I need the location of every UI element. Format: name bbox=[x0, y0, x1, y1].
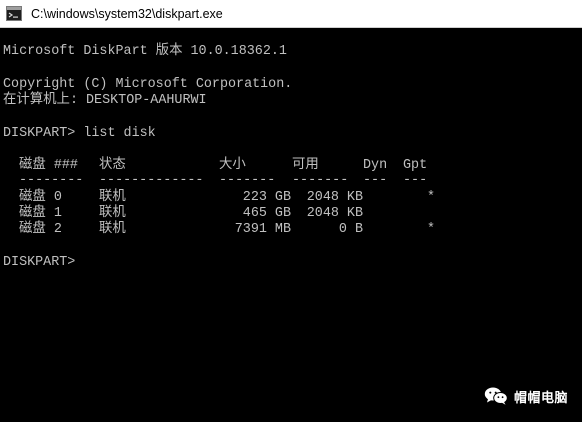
console-app-icon bbox=[6, 6, 22, 21]
row-status: 联机 bbox=[99, 206, 126, 221]
table-row: 磁盘 2 联机 7391 MB 0 B * bbox=[3, 222, 579, 238]
row-status: 联机 bbox=[99, 222, 126, 237]
row-free: 0 B bbox=[338, 222, 363, 237]
row-size: 223 GB bbox=[242, 190, 291, 205]
watermark-text: 帽帽电脑 bbox=[513, 390, 568, 406]
console-output[interactable]: Microsoft DiskPart 版本 10.0.18362.1 Copyr… bbox=[3, 44, 579, 344]
row-size: 7391 MB bbox=[234, 222, 291, 237]
banner-line: Microsoft DiskPart 版本 10.0.18362.1 bbox=[3, 44, 287, 59]
sep-free: ------- bbox=[292, 173, 349, 188]
row-status: 联机 bbox=[99, 190, 126, 205]
row-free: 2048 KB bbox=[306, 190, 363, 205]
row-disk: 磁盘 2 bbox=[19, 222, 62, 237]
watermark: 帽帽电脑 bbox=[484, 386, 568, 406]
header-dyn: Dyn bbox=[363, 158, 388, 173]
table-row: 磁盘 1 联机 465 GB 2048 KB bbox=[3, 206, 579, 222]
table-header: 磁盘 ### 状态 大小 可用 Dyn Gpt bbox=[3, 158, 579, 174]
row-free: 2048 KB bbox=[306, 206, 363, 221]
row-disk: 磁盘 1 bbox=[19, 206, 62, 221]
sep-dyn: --- bbox=[363, 173, 388, 188]
table-row: 磁盘 0 联机 223 GB 2048 KB * bbox=[3, 190, 579, 206]
header-gpt: Gpt bbox=[403, 158, 428, 173]
computer-line: 在计算机上: DESKTOP-AAHURWI bbox=[3, 93, 207, 108]
sep-gpt: --- bbox=[403, 173, 428, 188]
header-size: 大小 bbox=[219, 158, 246, 173]
copyright-line: Copyright (C) Microsoft Corporation. bbox=[3, 77, 293, 92]
title-bar[interactable]: C:\windows\system32\diskpart.exe bbox=[0, 0, 582, 28]
header-free: 可用 bbox=[292, 158, 319, 173]
row-disk: 磁盘 0 bbox=[19, 190, 62, 205]
row-gpt: * bbox=[427, 190, 436, 205]
wechat-icon bbox=[484, 387, 508, 405]
final-prompt: DISKPART> bbox=[3, 255, 76, 270]
row-size: 465 GB bbox=[242, 206, 291, 221]
header-status: 状态 bbox=[99, 158, 126, 173]
header-disk: 磁盘 ### bbox=[19, 158, 78, 173]
sep-disk: -------- bbox=[19, 173, 84, 188]
sep-size: ------- bbox=[219, 173, 276, 188]
sep-status: ------------- bbox=[99, 173, 204, 188]
command-line: DISKPART> list disk bbox=[3, 126, 156, 141]
row-gpt: * bbox=[427, 222, 436, 237]
command-window: C:\windows\system32\diskpart.exe Microso… bbox=[0, 0, 582, 422]
window-title: C:\windows\system32\diskpart.exe bbox=[31, 7, 223, 21]
table-separator: -------- ------------- ------- ------- -… bbox=[3, 173, 579, 189]
